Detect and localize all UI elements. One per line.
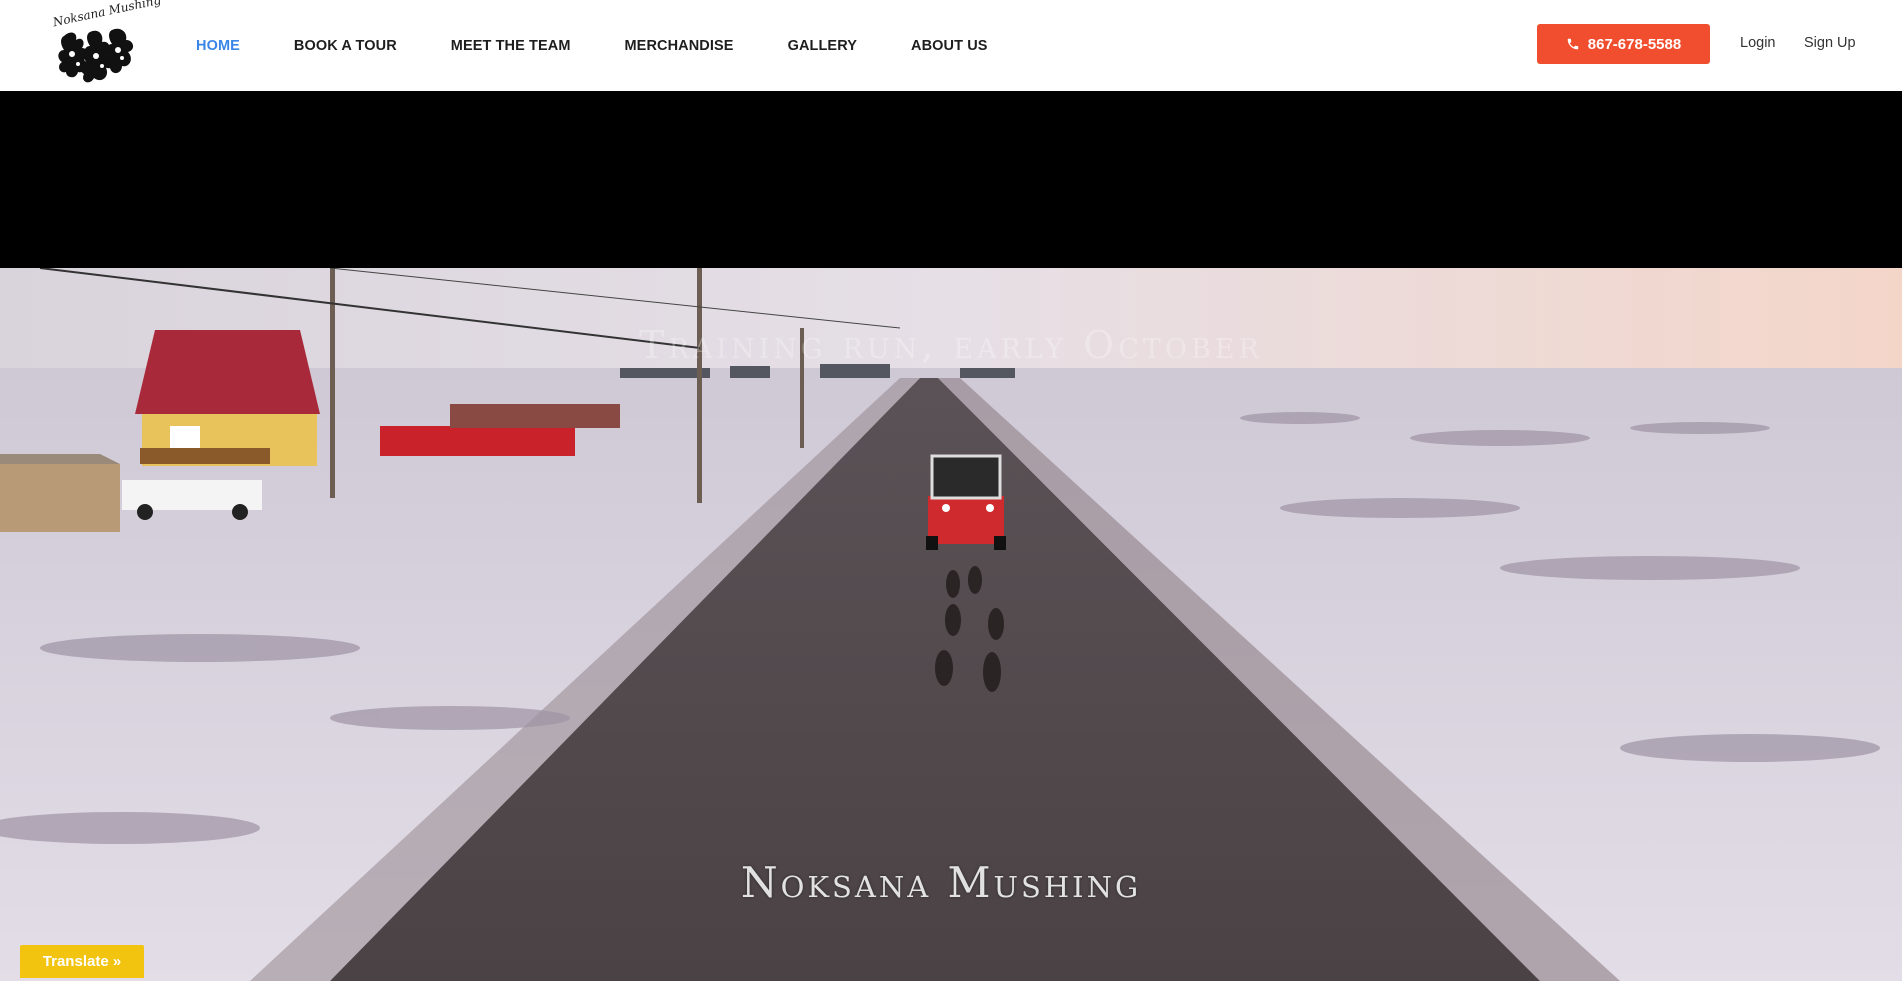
- main-nav: HOME BOOK A TOUR MEET THE TEAM MERCHANDI…: [196, 0, 1042, 91]
- site-logo[interactable]: Noksana Mushing: [50, 0, 162, 88]
- dog-team-logo-icon: [58, 28, 134, 83]
- site-header: Noksana Mushing HOME BOOK A TOUR MEET TH…: [0, 0, 1902, 91]
- video-title: Noksana Mushing: [740, 858, 1142, 907]
- nav-book-a-tour[interactable]: BOOK A TOUR: [294, 38, 397, 54]
- nav-about-us[interactable]: ABOUT US: [911, 38, 988, 54]
- translate-button[interactable]: Translate »: [20, 945, 144, 978]
- login-link[interactable]: Login: [1740, 35, 1775, 51]
- nav-home[interactable]: HOME: [196, 38, 240, 54]
- nav-gallery[interactable]: GALLERY: [788, 38, 857, 54]
- video-caption-top: Training run, early October: [639, 323, 1263, 367]
- nav-meet-the-team[interactable]: MEET THE TEAM: [451, 38, 571, 54]
- phone-icon: [1567, 38, 1579, 50]
- signup-link[interactable]: Sign Up: [1804, 35, 1856, 51]
- hero-video[interactable]: Training run, early October Noksana Mush…: [0, 268, 1902, 981]
- phone-call-button[interactable]: 867-678-5588: [1537, 24, 1710, 64]
- logo-text: Noksana Mushing: [51, 0, 163, 30]
- hero-video-band: Training run, early October Noksana Mush…: [0, 91, 1902, 981]
- phone-number: 867-678-5588: [1587, 35, 1682, 53]
- nav-merchandise[interactable]: MERCHANDISE: [625, 38, 734, 54]
